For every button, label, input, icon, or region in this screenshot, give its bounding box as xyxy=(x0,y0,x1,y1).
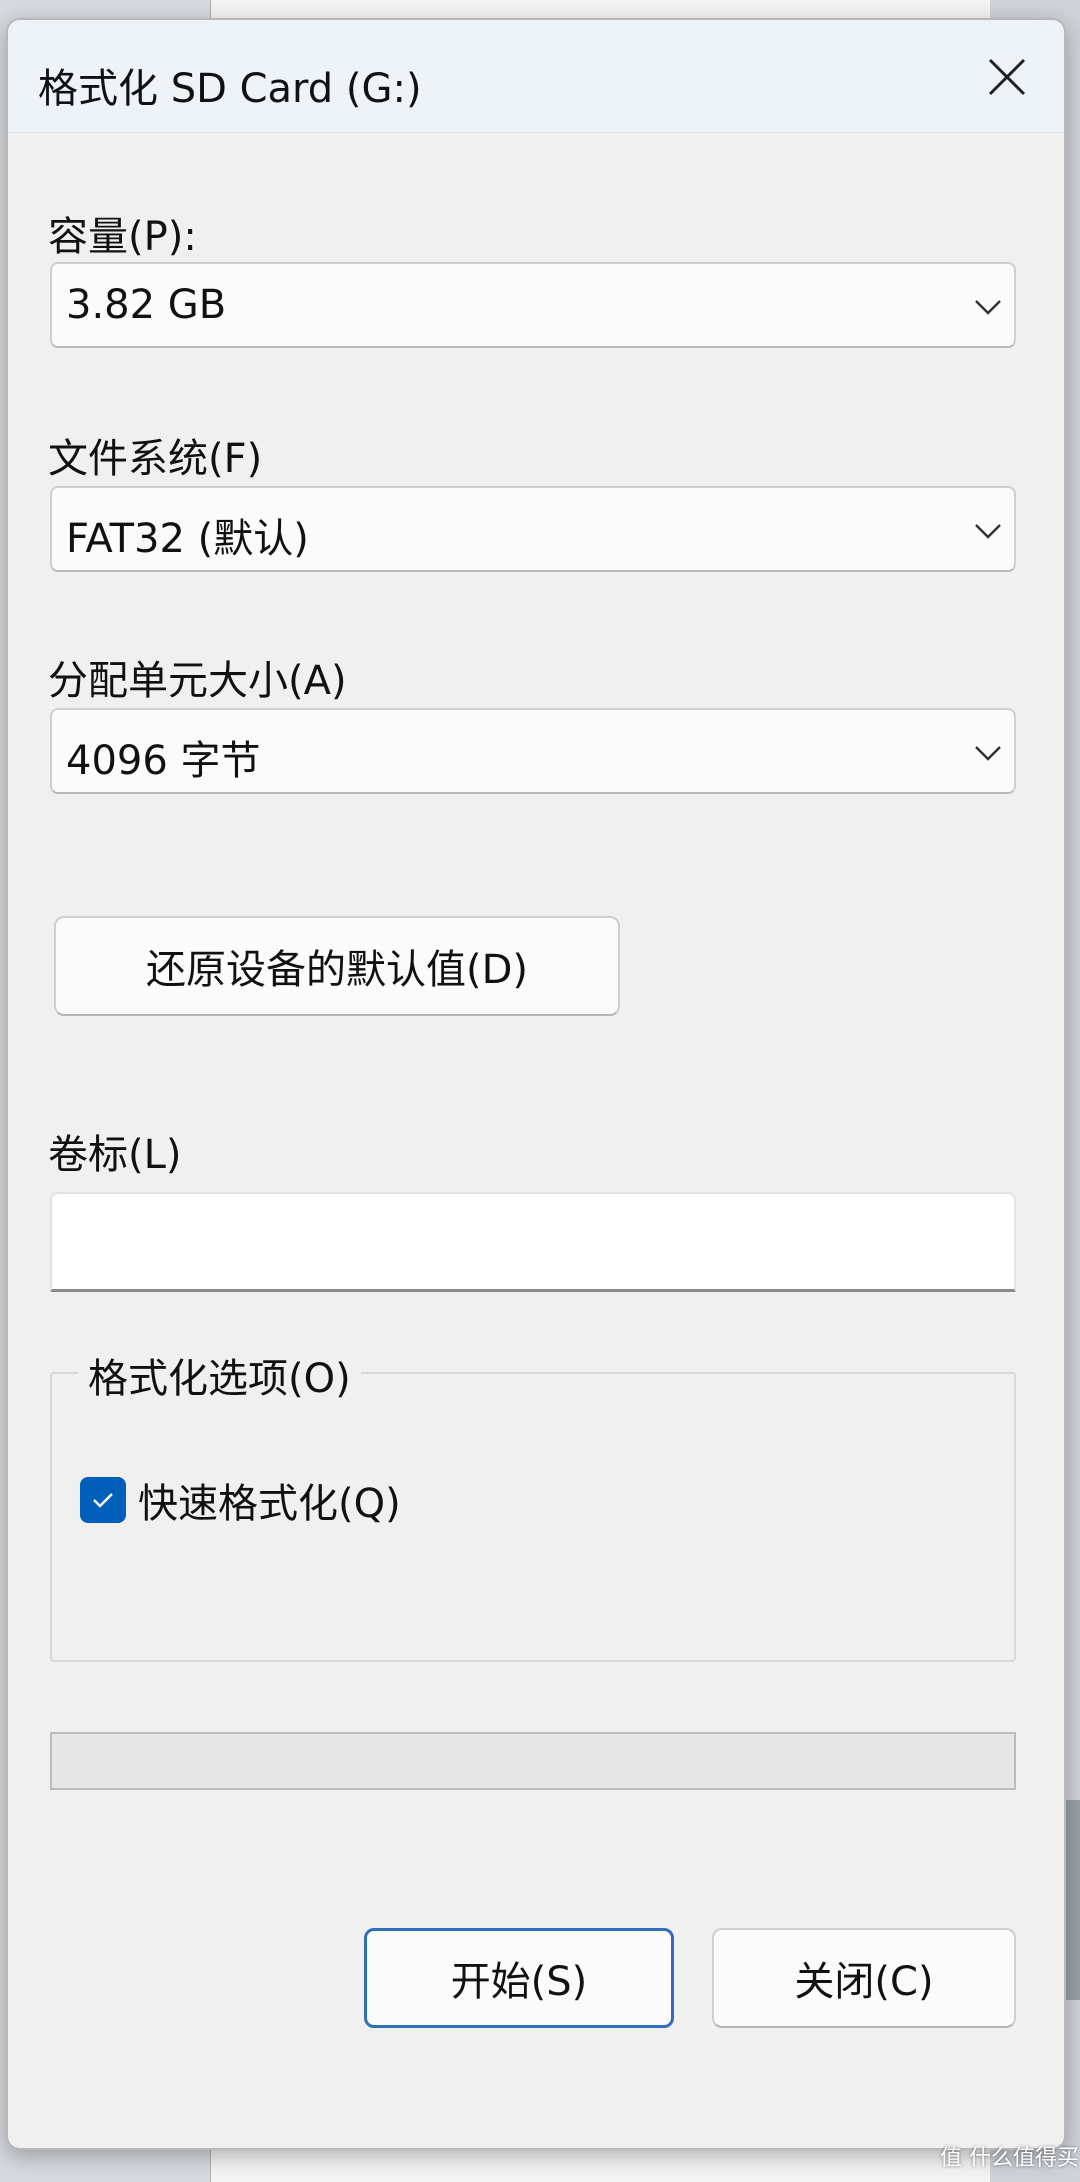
allocation-unit-value: 4096 字节 xyxy=(66,738,261,784)
file-system-value: FAT32 (默认) xyxy=(66,516,309,562)
volume-label-input[interactable] xyxy=(50,1192,1016,1292)
background-panel xyxy=(1064,1800,1080,2000)
file-system-select[interactable]: FAT32 (默认) xyxy=(50,486,1016,572)
close-dialog-button[interactable]: 关闭(C) xyxy=(712,1928,1016,2028)
format-options-legend: 格式化选项(O) xyxy=(78,1346,361,1404)
close-button[interactable] xyxy=(980,50,1034,104)
allocation-unit-label: 分配单元大小(A) xyxy=(48,658,347,704)
capacity-label: 容量(P): xyxy=(48,214,197,260)
file-system-label: 文件系统(F) xyxy=(48,436,263,482)
chevron-down-icon xyxy=(972,514,1004,546)
checkmark-icon xyxy=(93,1493,113,1508)
allocation-unit-select[interactable]: 4096 字节 xyxy=(50,708,1016,794)
capacity-select[interactable]: 3.82 GB xyxy=(50,262,1016,348)
quick-format-label: 快速格式化(Q) xyxy=(138,1481,401,1527)
title-bar[interactable]: 格式化 SD Card (G:) xyxy=(8,20,1064,133)
volume-label-label: 卷标(L) xyxy=(48,1132,182,1178)
quick-format-option[interactable]: 快速格式化(Q) xyxy=(80,1472,401,1528)
chevron-down-icon xyxy=(972,290,1004,322)
format-progress-bar xyxy=(50,1732,1016,1790)
quick-format-checkbox[interactable] xyxy=(80,1477,126,1523)
restore-defaults-button[interactable]: 还原设备的默认值(D) xyxy=(54,916,620,1016)
close-icon xyxy=(988,58,1026,96)
watermark: 值 什么值得买 xyxy=(940,2146,1079,2171)
chevron-down-icon xyxy=(972,736,1004,768)
dialog-title: 格式化 SD Card (G:) xyxy=(38,66,422,112)
capacity-value: 3.82 GB xyxy=(66,282,227,328)
format-dialog: 格式化 SD Card (G:) 容量(P): 3.82 GB 文件系统(F) … xyxy=(6,18,1066,2150)
start-button[interactable]: 开始(S) xyxy=(364,1928,674,2028)
